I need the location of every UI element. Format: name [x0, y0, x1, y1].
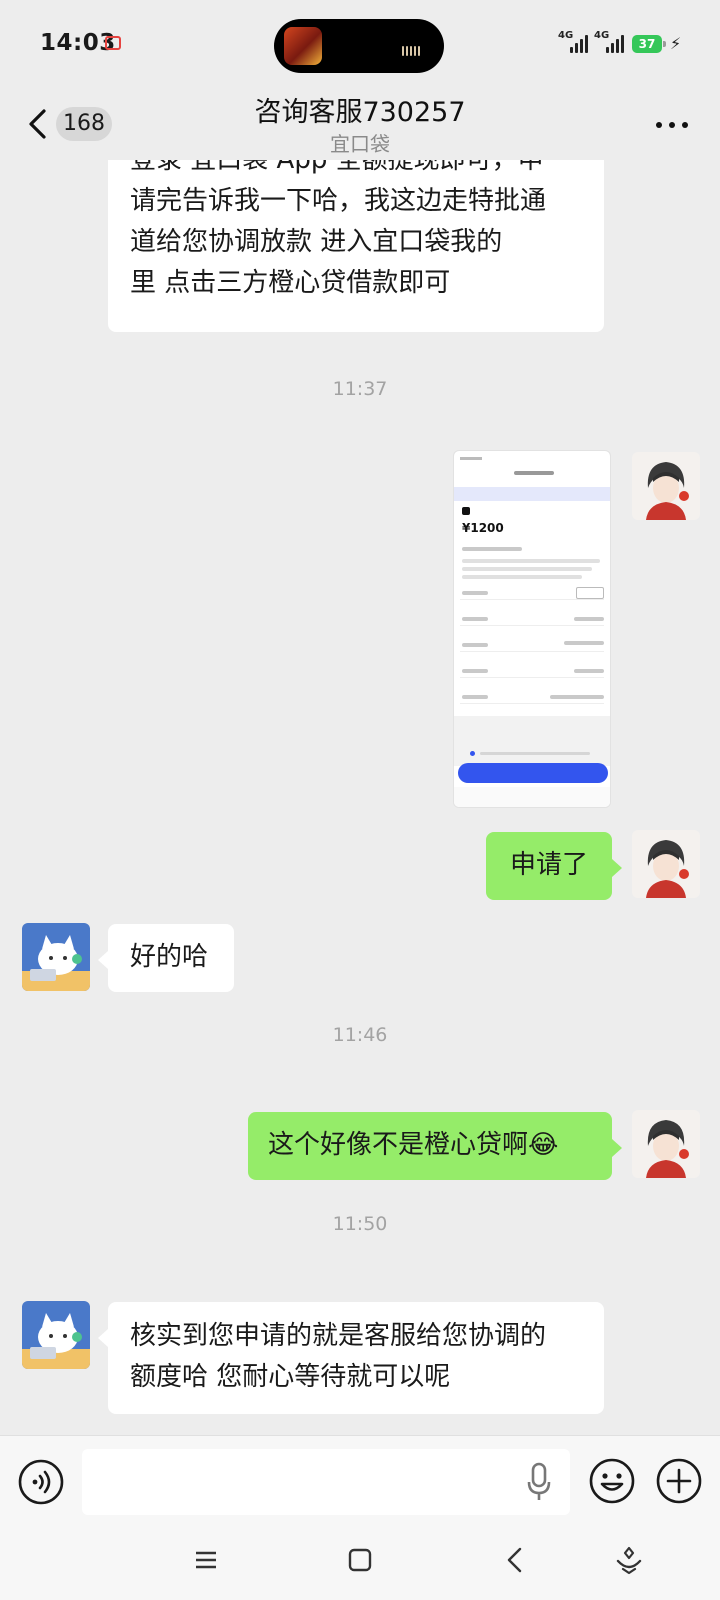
message-bubble-outgoing[interactable]: 申请了	[486, 832, 622, 900]
message-bubble-incoming[interactable]: 好的哈	[98, 924, 234, 992]
message-text: 这个好像不是橙心贷啊	[268, 1130, 529, 1160]
image-amount-label: ¥1200	[462, 521, 504, 535]
message-text: 申请了	[510, 850, 589, 880]
notification-icon	[105, 36, 121, 50]
message-bubble-incoming[interactable]: 登录 宜口袋 App 全额提现即可，申 请完告诉我一下哈，我这边走特批通 道给您…	[108, 160, 604, 332]
cell-signal-icon: 4G	[558, 30, 592, 55]
microphone-icon[interactable]	[526, 1462, 552, 1502]
message-timestamp: 11:50	[332, 1213, 388, 1235]
assistant-icon[interactable]	[614, 1545, 644, 1575]
message-line: 额度哈 您耐心等待就可以呢	[130, 1362, 451, 1392]
charging-icon: ⚡	[670, 34, 682, 53]
agent-avatar[interactable]	[22, 923, 90, 991]
image-message[interactable]: ¥1200	[453, 450, 611, 808]
voice-icon[interactable]	[18, 1459, 64, 1505]
emoji-icon[interactable]	[588, 1457, 636, 1505]
back-nav-icon[interactable]	[505, 1547, 525, 1573]
message-line: 登录 宜口袋 App 全额提现即可，申	[130, 160, 544, 175]
more-icon[interactable]	[656, 122, 690, 130]
battery-icon: 37	[632, 35, 662, 53]
message-line: 请完告诉我一下哈，我这边走特批通	[130, 186, 547, 216]
message-list[interactable]: 登录 宜口袋 App 全额提现即可，申 请完告诉我一下哈，我这边走特批通 道给您…	[0, 160, 720, 1435]
battery-tip	[663, 41, 666, 47]
my-avatar[interactable]	[632, 830, 700, 898]
home-icon[interactable]	[348, 1548, 372, 1572]
dynamic-island[interactable]	[274, 19, 444, 73]
message-input[interactable]	[82, 1449, 570, 1515]
chat-header: 168 咨询客服730257 宜口袋	[0, 88, 720, 160]
message-bubble-outgoing[interactable]: 这个好像不是橙心贷啊😂	[248, 1112, 622, 1180]
input-bar	[0, 1435, 720, 1525]
message-timestamp: 11:37	[332, 378, 388, 400]
audio-wave-icon	[402, 41, 428, 56]
chat-subtitle: 宜口袋	[330, 132, 390, 156]
message-line: 里 点击三方橙心贷借款即可	[130, 268, 451, 298]
system-navigation-bar	[0, 1525, 720, 1600]
message-bubble-incoming[interactable]: 核实到您申请的就是客服给您协调的 额度哈 您耐心等待就可以呢	[98, 1302, 604, 1414]
menu-icon[interactable]	[194, 1550, 218, 1570]
message-timestamp: 11:46	[332, 1024, 388, 1046]
my-avatar[interactable]	[632, 452, 700, 520]
plus-icon[interactable]	[655, 1457, 703, 1505]
my-avatar[interactable]	[632, 1110, 700, 1178]
cell-signal-icon: 4G	[594, 30, 628, 55]
agent-avatar[interactable]	[22, 1301, 90, 1369]
message-line: 核实到您申请的就是客服给您协调的	[130, 1321, 547, 1351]
game-app-icon	[284, 27, 322, 65]
chat-title: 咨询客服730257	[254, 97, 466, 128]
status-bar: 14:03 4G 4G 37 ⚡	[0, 0, 720, 88]
message-text: 好的哈	[130, 942, 209, 972]
message-line: 道给您协调放款 进入宜口袋我的	[130, 227, 503, 257]
emoji-laughing: 😂	[528, 1130, 559, 1160]
